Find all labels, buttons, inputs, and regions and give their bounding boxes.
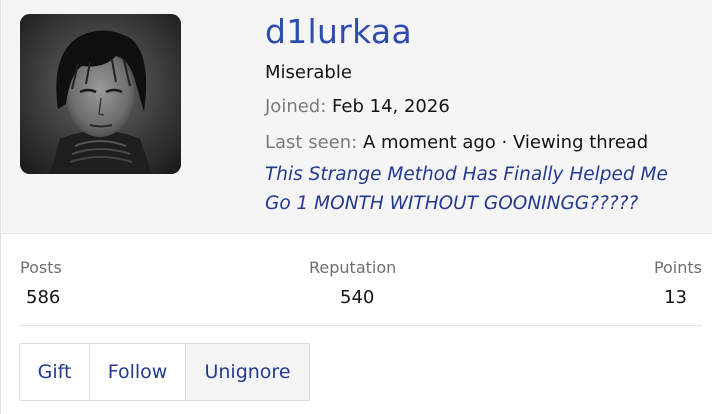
- joined-label: Joined:: [265, 96, 327, 117]
- member-profile-card: d1lurkaa Miserable Joined: Feb 14, 2026 …: [0, 0, 712, 414]
- last-seen-label: Last seen:: [265, 132, 358, 153]
- avatar-image: [20, 14, 181, 174]
- follow-button[interactable]: Follow: [90, 344, 186, 400]
- points-label: Points: [653, 258, 702, 277]
- gift-button[interactable]: Gift: [20, 344, 90, 400]
- username[interactable]: d1lurkaa: [265, 10, 412, 54]
- joined-row: Joined: Feb 14, 2026: [265, 94, 450, 120]
- reputation-value[interactable]: 540: [340, 285, 374, 311]
- points-value[interactable]: 13: [664, 285, 687, 311]
- reputation-label: Reputation: [309, 258, 397, 277]
- joined-date: Feb 14, 2026: [332, 96, 450, 117]
- posts-label: Posts: [20, 258, 62, 277]
- avatar[interactable]: [20, 14, 181, 174]
- profile-header: d1lurkaa Miserable Joined: Feb 14, 2026 …: [2, 0, 712, 234]
- divider: [19, 325, 702, 326]
- posts-value[interactable]: 586: [26, 285, 60, 311]
- viewing-thread-link[interactable]: This Strange Method Has Finally Helped M…: [265, 160, 695, 218]
- last-seen-row: Last seen: A moment ago · Viewing thread: [265, 130, 648, 156]
- stats-row: Posts 586 Reputation 540 Points 13: [2, 234, 712, 326]
- last-seen-value: A moment ago · Viewing thread: [362, 132, 649, 153]
- user-title: Miserable: [265, 62, 352, 83]
- profile-actions: Gift Follow Unignore: [19, 343, 310, 401]
- unignore-button[interactable]: Unignore: [186, 344, 309, 400]
